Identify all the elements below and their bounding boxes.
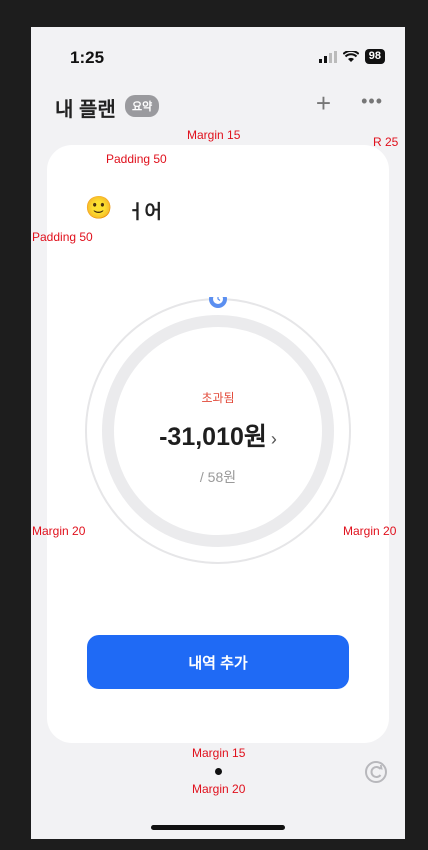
wifi-icon [342, 50, 359, 62]
refresh-icon[interactable] [365, 761, 387, 783]
page-indicator-dot[interactable] [215, 768, 222, 775]
phone-screen: 1:25 98 내 플랜 요약 + ••• 🙂 ㅓ어 초과됨 -31,010원 … [31, 27, 405, 839]
status-time: 1:25 [70, 48, 105, 67]
page-title: 내 플랜 [55, 99, 116, 121]
chevron-right-icon[interactable]: › [271, 429, 277, 449]
summary-badge[interactable]: 요약 [125, 95, 160, 117]
status-bar: 1:25 98 [31, 27, 405, 83]
annotation-margin-right: Margin 20 [343, 524, 397, 538]
annotation-margin-top: Margin 15 [187, 128, 241, 142]
amount-row[interactable]: -31,010원 › [47, 417, 389, 453]
home-indicator[interactable] [151, 825, 285, 830]
budget-amount: / 58원 [199, 469, 237, 485]
smiley-icon: 🙂 [85, 195, 113, 220]
annotation-margin-bottom-dot: Margin 20 [192, 782, 246, 796]
annotation-radius: R 25 [373, 135, 399, 149]
annotation-margin-bottom-card: Margin 15 [192, 746, 246, 760]
add-history-button[interactable]: 내역 추가 [87, 635, 349, 689]
ellipsis-icon[interactable]: ••• [361, 91, 383, 112]
plus-icon[interactable]: + [316, 90, 331, 116]
signal-icon [318, 50, 337, 63]
nav-bar: 내 플랜 요약 + ••• [31, 87, 405, 123]
battery-icon: 98 [364, 49, 385, 64]
annotation-padding-left: Padding 50 [32, 230, 93, 244]
clock-icon [209, 297, 227, 308]
annotation-margin-left: Margin 20 [32, 524, 86, 538]
over-budget-label: 초과됨 [201, 391, 235, 405]
spent-amount[interactable]: -31,010원 [159, 423, 267, 451]
status-icons: 98 [318, 49, 385, 64]
annotation-padding-top: Padding 50 [106, 152, 167, 166]
plan-name: ㅓ어 [127, 202, 162, 223]
plan-card: 🙂 ㅓ어 초과됨 -31,010원 › / 58원 내역 추가 [47, 145, 389, 743]
